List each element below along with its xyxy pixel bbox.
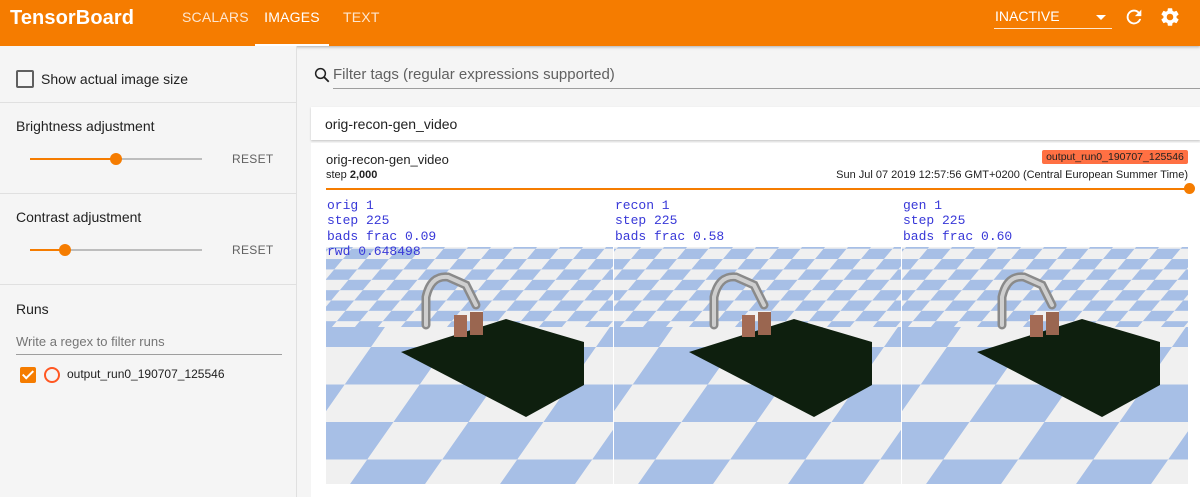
orig-overlay-line: step 225 — [327, 213, 390, 229]
brightness-slider-thumb[interactable] — [110, 153, 122, 165]
step-label: step 2,000 — [326, 169, 377, 181]
contrast-section: Contrast adjustment RESET — [0, 194, 296, 285]
recon-overlay-line: bads frac 0.58 — [615, 228, 725, 244]
timestamp: Sun Jul 07 2019 12:57:56 GMT+0200 (Centr… — [836, 169, 1188, 181]
recon-overlay-line: step 225 — [615, 213, 678, 229]
tab-images[interactable]: IMAGES — [255, 9, 329, 46]
tag-group-title: orig-recon-gen_video — [325, 116, 458, 132]
orig-overlay-text: orig 1 step 225 bads frac 0.09 rwd 0.648… — [327, 198, 436, 259]
tab-scalars[interactable]: SCALARS — [182, 9, 249, 46]
step-word: step — [326, 169, 347, 181]
run-checkbox[interactable] — [20, 367, 36, 383]
image-tag-name: orig-recon-gen_video — [326, 152, 449, 167]
brightness-section: Brightness adjustment RESET — [0, 103, 296, 194]
gen-frame-panel — [902, 247, 1188, 484]
tab-text[interactable]: TEXT — [343, 9, 380, 46]
gen-overlay-line: gen 1 — [903, 198, 943, 213]
search-icon — [314, 67, 330, 83]
gear-icon[interactable] — [1159, 6, 1181, 28]
plugin-status-select[interactable]: INACTIVE — [994, 6, 1112, 29]
contrast-reset-button[interactable]: RESET — [232, 243, 274, 257]
brightness-slider-fill — [30, 158, 116, 160]
app-title: TensorBoard — [10, 7, 135, 29]
refresh-icon[interactable] — [1123, 6, 1145, 28]
show-size-section: Show actual image size — [0, 46, 296, 103]
video-frame[interactable] — [326, 197, 1188, 484]
recon-overlay-text: recon 1 step 225 bads frac 0.58 — [615, 198, 724, 244]
orig-overlay-line: rwd 0.648498 — [327, 243, 421, 259]
contrast-title: Contrast adjustment — [16, 209, 142, 225]
show-size-label: Show actual image size — [41, 71, 189, 87]
contrast-slider-thumb[interactable] — [59, 244, 71, 256]
chevron-down-icon — [1096, 15, 1106, 20]
orig-overlay-line: orig 1 — [327, 198, 374, 213]
runs-title: Runs — [16, 301, 49, 317]
run-label: output_run0_190707_125546 — [67, 367, 225, 381]
gen-overlay-text: gen 1 step 225 bads frac 0.60 — [903, 198, 1012, 244]
runs-filter-placeholder: Write a regex to filter runs — [16, 334, 165, 349]
run-color-icon[interactable] — [44, 367, 60, 383]
brightness-title: Brightness adjustment — [16, 118, 155, 134]
recon-frame-panel — [614, 247, 901, 484]
status-select-value: INACTIVE — [995, 8, 1060, 24]
sidebar: Show actual image size Brightness adjust… — [0, 46, 297, 497]
top-app-bar: TensorBoard SCALARS IMAGES TEXT INACTIVE — [0, 0, 1200, 46]
step-slider-thumb[interactable] — [1184, 183, 1195, 194]
gen-overlay-line: step 225 — [903, 213, 966, 229]
video-frame-image — [326, 197, 1188, 484]
brightness-reset-button[interactable]: RESET — [232, 152, 274, 166]
orig-frame-panel — [326, 247, 613, 484]
show-size-checkbox[interactable] — [16, 70, 34, 88]
tag-filter-input[interactable]: Filter tags (regular expressions support… — [333, 66, 1200, 89]
step-slider-track[interactable] — [326, 188, 1190, 190]
tag-group-header[interactable]: orig-recon-gen_video — [311, 107, 1200, 140]
recon-overlay-line: recon 1 — [615, 198, 670, 213]
run-badge: output_run0_190707_125546 — [1042, 150, 1188, 164]
runs-filter-input[interactable]: Write a regex to filter runs — [16, 334, 282, 355]
step-value: 2,000 — [349, 169, 378, 181]
orig-overlay-line: bads frac 0.09 — [327, 228, 437, 244]
gen-overlay-line: bads frac 0.60 — [903, 228, 1013, 244]
tag-filter-placeholder: Filter tags (regular expressions support… — [333, 66, 615, 83]
